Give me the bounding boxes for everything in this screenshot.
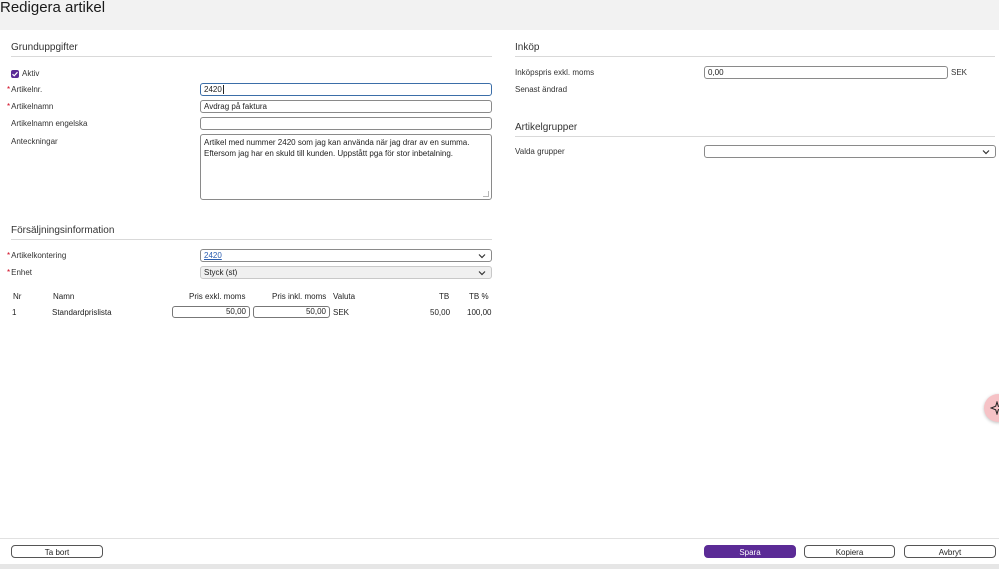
senast-andrad-label: Senast ändrad: [515, 85, 568, 94]
pris-exkl-input[interactable]: 50,00: [172, 306, 250, 318]
enhet-label: *Enhet: [7, 268, 33, 277]
aktiv-label: Aktiv: [22, 69, 40, 78]
chevron-down-icon: [478, 271, 486, 276]
page-title: Redigera artikel: [0, 0, 106, 16]
aktiv-checkbox[interactable]: [11, 70, 19, 78]
pris-inkl-input[interactable]: 50,00: [253, 306, 330, 318]
section-title-grunduppgifter: Grunduppgifter: [11, 42, 492, 57]
section-title-forsaljning: Försäljningsinformation: [11, 225, 492, 240]
section-title-inkop: Inköp: [515, 42, 995, 57]
anteckningar-label: Anteckningar: [11, 137, 58, 146]
valda-grupper-label: Valda grupper: [515, 147, 565, 156]
artikelnr-label: *Artikelnr.: [7, 85, 43, 94]
valda-grupper-select[interactable]: [704, 145, 996, 158]
anteckningar-textarea[interactable]: Artikel med nummer 2420 som jag kan anvä…: [200, 134, 492, 200]
inkopspris-label: Inköpspris exkl. moms: [515, 68, 595, 77]
enhet-select[interactable]: Styck (st): [200, 266, 492, 279]
artikelnamn-input[interactable]: Avdrag på faktura: [200, 100, 492, 113]
chevron-down-icon: [478, 254, 486, 259]
enhet-value: Styck (st): [204, 268, 238, 277]
inkopspris-currency: SEK: [951, 68, 968, 77]
col-header-valuta: Valuta: [333, 292, 356, 301]
cell-valuta: SEK: [333, 308, 350, 317]
assistant-fab-button[interactable]: [984, 394, 999, 422]
check-icon: [12, 71, 18, 77]
artikelnamn-engelska-input[interactable]: [200, 117, 492, 130]
cancel-button[interactable]: Avbryt: [904, 545, 996, 558]
save-button[interactable]: Spara: [704, 545, 796, 558]
col-header-nr: Nr: [13, 292, 22, 301]
artikelkontering-link[interactable]: 2420: [204, 251, 222, 260]
col-header-namn: Namn: [53, 292, 75, 301]
artikelkontering-label: *Artikelkontering: [7, 251, 67, 260]
required-marker: *: [7, 102, 11, 111]
page-header: Redigera artikel: [0, 0, 999, 30]
bottom-strip: [0, 564, 999, 569]
cell-tb-procent: 100,00: [467, 308, 492, 317]
col-header-tb-procent: TB %: [469, 292, 489, 301]
required-marker: *: [7, 251, 11, 260]
artikelnamn-label: *Artikelnamn: [7, 102, 54, 111]
required-marker: *: [7, 268, 11, 277]
resize-grip-icon[interactable]: [483, 191, 489, 197]
cell-tb: 50,00: [430, 308, 451, 317]
section-title-artikelgrupper: Artikelgrupper: [515, 122, 995, 137]
col-header-pris-inkl: Pris inkl. moms: [272, 292, 327, 301]
sparkle-icon: [990, 401, 999, 415]
cell-nr: 1: [12, 308, 17, 317]
col-header-tb: TB: [439, 292, 450, 301]
inkopspris-input[interactable]: 0,00: [704, 66, 948, 79]
delete-button[interactable]: Ta bort: [11, 545, 103, 558]
anteckningar-text: Artikel med nummer 2420 som jag kan anvä…: [204, 138, 470, 158]
artikelnr-input[interactable]: 2420: [200, 83, 492, 96]
required-marker: *: [7, 85, 11, 94]
artikelnamn-engelska-label: Artikelnamn engelska: [11, 119, 88, 128]
cell-namn: Standardprislista: [52, 308, 112, 317]
artikelkontering-select[interactable]: 2420: [200, 249, 492, 262]
col-header-pris-exkl: Pris exkl. moms: [189, 292, 246, 301]
chevron-down-icon: [982, 150, 990, 155]
copy-button[interactable]: Kopiera: [804, 545, 895, 558]
